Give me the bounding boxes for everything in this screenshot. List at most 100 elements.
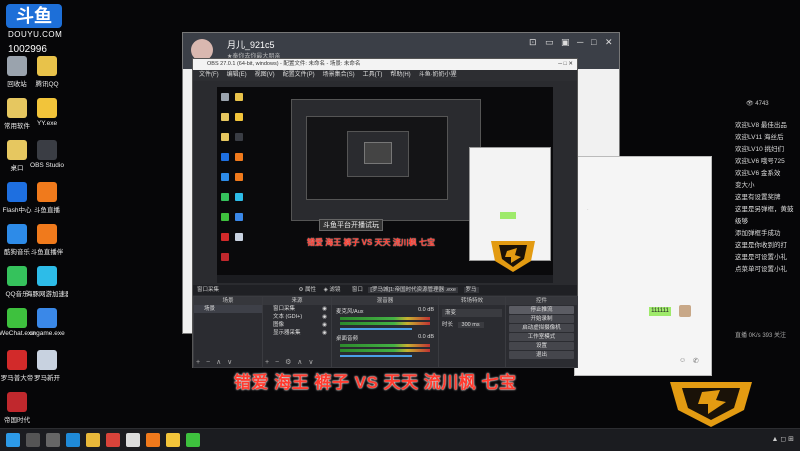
app-icon [7, 98, 27, 118]
taskbar-folder-icon[interactable] [86, 433, 100, 447]
phone-icon[interactable]: ✆ [693, 357, 699, 365]
chat-message: 这里是你收到的打 [735, 242, 787, 249]
screen-share-icon[interactable]: ⊡ [529, 37, 537, 48]
virtual-camera-button[interactable]: 启动虚拟摄像机 [509, 324, 574, 332]
obs-menubar: 文件(F) 编辑(E) 视图(V) 配置文件(P) 场景集合(S) 工具(T) … [193, 70, 577, 81]
nested-obs-window [291, 99, 481, 221]
desktop-icon[interactable]: 腾讯QQ [26, 56, 68, 88]
menu-profile[interactable]: 配置文件(P) [283, 70, 315, 81]
window-priority-select[interactable]: 罗马 [463, 287, 479, 293]
desktop-icon-label: YY.exe [36, 120, 58, 127]
taskbar-yy-icon[interactable] [166, 433, 180, 447]
scenes-panel: 场景 场景 + − ∧ ∨ [193, 296, 263, 368]
source-item[interactable]: 窗口采集 ◉ [263, 305, 331, 313]
system-tray[interactable]: ▲ ◻ ⊞ [772, 435, 795, 443]
scene-item[interactable]: 场景 [194, 305, 262, 313]
preview-taskbar [217, 275, 553, 283]
chat-message: 欢迎LV6 哦号725 [735, 158, 785, 165]
taskbar-obs-icon[interactable] [126, 433, 140, 447]
source-item[interactable]: 文本 (GDI+) ◉ [263, 313, 331, 321]
chat-message: 欢迎LV11 海丝后 [735, 134, 784, 141]
desktop-icon[interactable]: OBS Studio [26, 140, 68, 169]
chat-message: 级够 [735, 218, 748, 225]
menu-tools[interactable]: 工具(T) [363, 70, 383, 81]
panel-header: 转场特效 [439, 297, 505, 305]
desktop-icon[interactable]: cngame.exe [26, 308, 68, 337]
menu-file[interactable]: 文件(F) [199, 70, 219, 81]
duration-input[interactable]: 300 ms [457, 322, 484, 328]
desktop-icon[interactable]: 斗鱼直播 [26, 182, 68, 214]
source-label: 显示器采集 [273, 330, 301, 336]
duration-label: 时长 [442, 322, 454, 328]
source-toolbar-bottom[interactable]: + − ⚙ ∧ ∨ [265, 358, 315, 366]
desktop-icon[interactable]: 海豚网游加速器 [26, 266, 68, 298]
maximize-icon[interactable]: □ [591, 37, 596, 47]
menu-douyu[interactable]: 斗鱼·奶奶小猩 [419, 70, 457, 81]
nested-obs-preview [306, 116, 448, 200]
sources-panel: 来源 窗口采集 ◉ 文本 (GDI+) ◉ 图像 ◉ 显示器采集 ◉ + − ⚙ ∧ ∨ [262, 296, 332, 368]
obs-preview[interactable]: 斗鱼平台开播试玩 错爱 海王 裤子 VS 天天 流川枫 七宝 [217, 87, 553, 283]
close-icon[interactable]: ─ □ ✕ [558, 59, 573, 70]
obs-titlebar[interactable]: OBS 27.0.1 (64-bit, windows) - 配置文件: 未命名… [193, 59, 577, 70]
chat-message: 这里是可设置小礼 [735, 254, 787, 261]
window-select[interactable]: [罗马城]1:帝国时代资源管理器 .exe [368, 287, 458, 293]
close-icon[interactable]: ✕ [605, 37, 613, 48]
chat-footer: 直播 0K/s 393 关注 [735, 333, 787, 339]
preview-icon [221, 233, 229, 241]
source-label: 文本 (GDI+) [273, 314, 303, 320]
preview-icon [221, 93, 229, 101]
obs-window[interactable]: OBS 27.0.1 (64-bit, windows) - 配置文件: 未命名… [192, 58, 578, 368]
menu-scene-collection[interactable]: 场景集合(S) [323, 70, 355, 81]
menu-view[interactable]: 视图(V) [255, 70, 275, 81]
preview-icon [235, 113, 243, 121]
settings-button[interactable]: 设置 [509, 342, 574, 350]
transitions-panel: 转场特效 渐变 时长 300 ms [438, 296, 506, 368]
desktop-icon[interactable]: 斗鱼直播伴 [26, 224, 68, 256]
panel-header: 控件 [506, 297, 577, 305]
preview-desktop: 斗鱼平台开播试玩 错爱 海王 裤子 VS 天天 流川枫 七宝 [217, 87, 553, 283]
desktop-icon[interactable]: 罗马新开 [26, 350, 68, 382]
stop-streaming-button[interactable]: 停止推流 [509, 306, 574, 314]
menu-help[interactable]: 帮助(H) [390, 70, 410, 81]
exit-button[interactable]: 退出 [509, 351, 574, 359]
volume-slider[interactable] [340, 328, 412, 330]
desktop-icon[interactable]: YY.exe [26, 98, 68, 127]
volume-slider[interactable] [340, 355, 412, 357]
start-recording-button[interactable]: 开始录制 [509, 315, 574, 323]
preview-icon [235, 193, 243, 201]
scene-toolbar[interactable]: + − ∧ ∨ [196, 358, 234, 366]
taskbar-douyu-icon[interactable] [146, 433, 160, 447]
taskbar-search-icon[interactable] [26, 433, 40, 447]
taskbar-wechat-icon[interactable] [186, 433, 200, 447]
mixer-channel: 麦克风/Aux 0.0 dB [332, 305, 438, 332]
wechat-window[interactable]: · 111111 ☺ ✆ [574, 156, 712, 376]
minimize-icon[interactable]: ─ [577, 37, 583, 47]
source-item[interactable]: 显示器采集 ◉ [263, 329, 331, 337]
properties-label: 属性 [305, 287, 317, 293]
eye-icon[interactable]: ◉ [322, 313, 327, 321]
studio-mode-button[interactable]: 工作室模式 [509, 333, 574, 341]
source-name: 窗口采集 [197, 287, 220, 293]
filters-button[interactable]: ◈ 滤镜 [324, 287, 341, 293]
menu-edit[interactable]: 编辑(E) [227, 70, 247, 81]
emoji-icon[interactable]: ☺ [679, 357, 686, 364]
taskbar-chrome-icon[interactable] [106, 433, 120, 447]
pin-icon[interactable]: ▣ [561, 37, 570, 48]
chat-list: 欢迎LV8 最佳出品 欢迎LV11 海丝后 欢迎LV10 挑妇们 欢迎LV6 哦号72… [735, 120, 800, 276]
eye-icon[interactable]: ◉ [322, 321, 327, 329]
chat-message: 这里是另弹框，黄鼓 [735, 206, 794, 213]
source-item[interactable]: 图像 ◉ [263, 321, 331, 329]
eye-icon[interactable]: ◉ [322, 305, 327, 313]
properties-button[interactable]: ⚙ 属性 [299, 287, 316, 293]
taskbar-start-icon[interactable] [6, 433, 20, 447]
chat-bubble: 111111 [649, 307, 671, 316]
taskbar-edge-icon[interactable] [66, 433, 80, 447]
taskbar-task-view-icon[interactable] [46, 433, 60, 447]
eye-icon[interactable]: ◉ [322, 329, 327, 337]
avatar [679, 305, 691, 317]
window-icon[interactable]: ▭ [545, 37, 554, 48]
source-label: 图像 [273, 322, 285, 328]
filters-label: 滤镜 [329, 287, 341, 293]
desktop-icon[interactable]: 帝国时代 [0, 392, 38, 424]
transition-select[interactable]: 渐变 [442, 309, 502, 317]
